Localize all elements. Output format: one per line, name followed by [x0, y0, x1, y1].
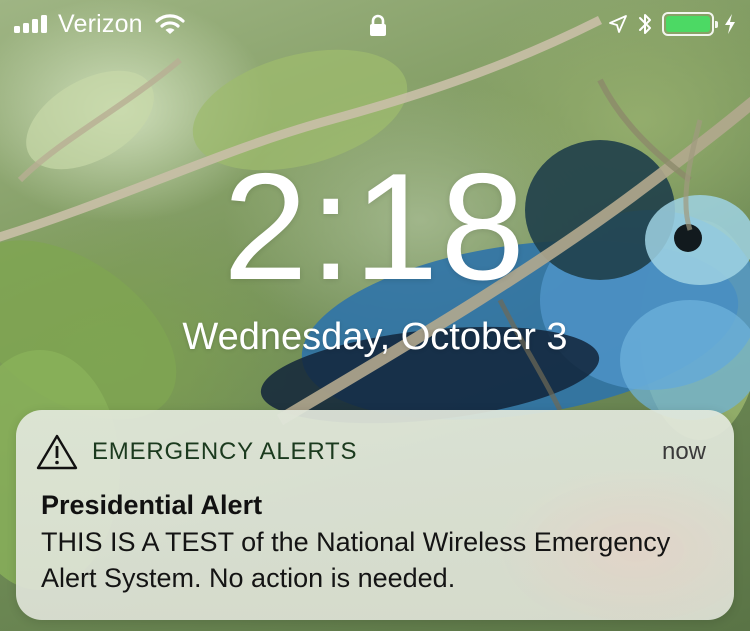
battery-tip: [715, 21, 718, 28]
notification-header: EMERGENCY ALERTS now: [36, 432, 706, 472]
lock-screen-date: Wednesday, October 3: [182, 316, 568, 358]
status-right: [598, 10, 736, 38]
lock-icon: [370, 14, 386, 36]
lock-screen-time: 2:18: [223, 142, 527, 312]
location-arrow-icon: [609, 15, 627, 33]
charging-bolt-icon: [725, 14, 735, 34]
battery-fill: [666, 16, 710, 32]
notification-body: THIS IS A TEST of the National Wireless …: [41, 527, 671, 593]
carrier-label: Verizon: [58, 9, 143, 38]
status-bar: Verizon: [0, 0, 750, 48]
status-left: Verizon: [14, 8, 185, 40]
battery-icon: [662, 12, 718, 36]
warning-triangle-icon: [36, 434, 78, 470]
emergency-alert-notification[interactable]: EMERGENCY ALERTS now Presidential Alert …: [16, 410, 734, 620]
wifi-icon: [155, 14, 185, 34]
notification-time: now: [661, 438, 706, 465]
bluetooth-icon: [639, 14, 651, 34]
signal-strength-icon: [14, 15, 50, 33]
notification-title: Presidential Alert: [41, 490, 263, 520]
notification-app-name: EMERGENCY ALERTS: [92, 438, 358, 465]
